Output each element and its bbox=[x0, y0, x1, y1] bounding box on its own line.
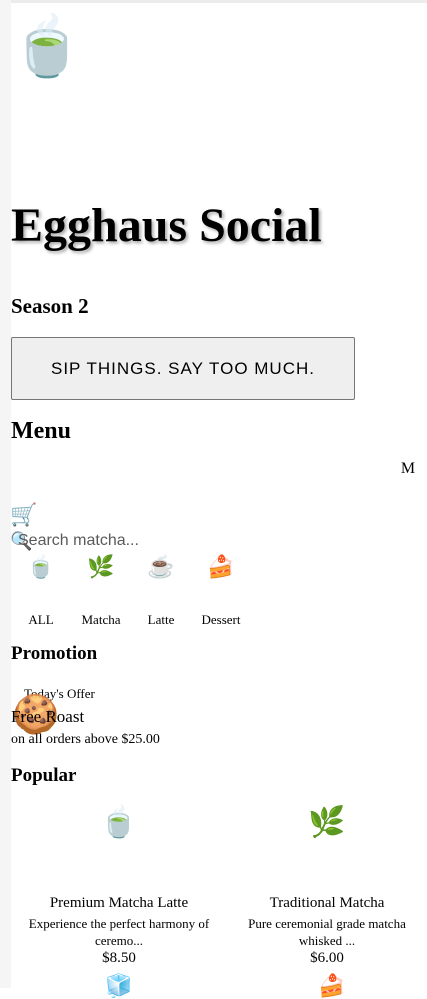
teacup-icon: 🍵 bbox=[27, 554, 55, 579]
tagline-button[interactable]: SIP THINGS. SAY TOO MUCH. bbox=[11, 337, 355, 400]
category-label: Matcha bbox=[81, 612, 121, 627]
product-name: Traditional Matcha bbox=[269, 895, 385, 911]
menu-toggle-button[interactable]: M bbox=[396, 458, 420, 480]
product-card[interactable]: 🍵 Premium Matcha Latte Experience the pe… bbox=[13, 800, 225, 967]
top-border bbox=[0, 0, 427, 3]
season-label: Season 2 bbox=[11, 294, 89, 318]
product-price: $6.00 bbox=[310, 950, 344, 966]
category-label: ALL bbox=[28, 612, 54, 627]
leaf-icon: 🌿 bbox=[87, 554, 115, 579]
cart-icon[interactable]: 🛒 bbox=[10, 502, 37, 528]
product-card[interactable]: 🌿 Traditional Matcha Pure ceremonial gra… bbox=[227, 800, 427, 967]
left-gutter bbox=[0, 0, 11, 988]
leaf-icon: 🌿 bbox=[308, 806, 346, 839]
teacup-icon: 🍵 bbox=[100, 806, 138, 839]
category-dessert[interactable]: 🍰 Dessert bbox=[191, 552, 251, 632]
product-description: Experience the perfect harmony of ceremo… bbox=[28, 916, 210, 948]
cake-icon: 🍰 bbox=[318, 973, 346, 998]
coffee-icon: ☕ bbox=[147, 554, 175, 579]
product-description: Pure ceremonial grade matcha whisked ... bbox=[248, 916, 406, 948]
teacup-logo-icon: 🍵 bbox=[11, 14, 84, 79]
category-latte[interactable]: ☕ Latte bbox=[131, 552, 191, 632]
category-label: Dessert bbox=[201, 612, 241, 627]
promotion-heading: Promotion bbox=[11, 643, 98, 664]
product-price: $8.50 bbox=[102, 950, 136, 966]
category-matcha[interactable]: 🌿 Matcha bbox=[71, 552, 131, 632]
page-title: Egghaus Social bbox=[11, 199, 322, 252]
ice-cup-icon: 🧊 bbox=[105, 973, 133, 998]
category-label: Latte bbox=[147, 612, 175, 627]
product-name: Premium Matcha Latte bbox=[49, 895, 189, 911]
menu-heading: Menu bbox=[11, 418, 71, 444]
popular-heading: Popular bbox=[11, 765, 77, 786]
cake-icon: 🍰 bbox=[207, 554, 235, 579]
category-all[interactable]: 🍵 ALL bbox=[11, 552, 71, 632]
search-input[interactable] bbox=[18, 530, 218, 552]
offer-subtitle: on all orders above $25.00 bbox=[11, 732, 160, 747]
offer-title: Free Roast bbox=[11, 707, 85, 726]
